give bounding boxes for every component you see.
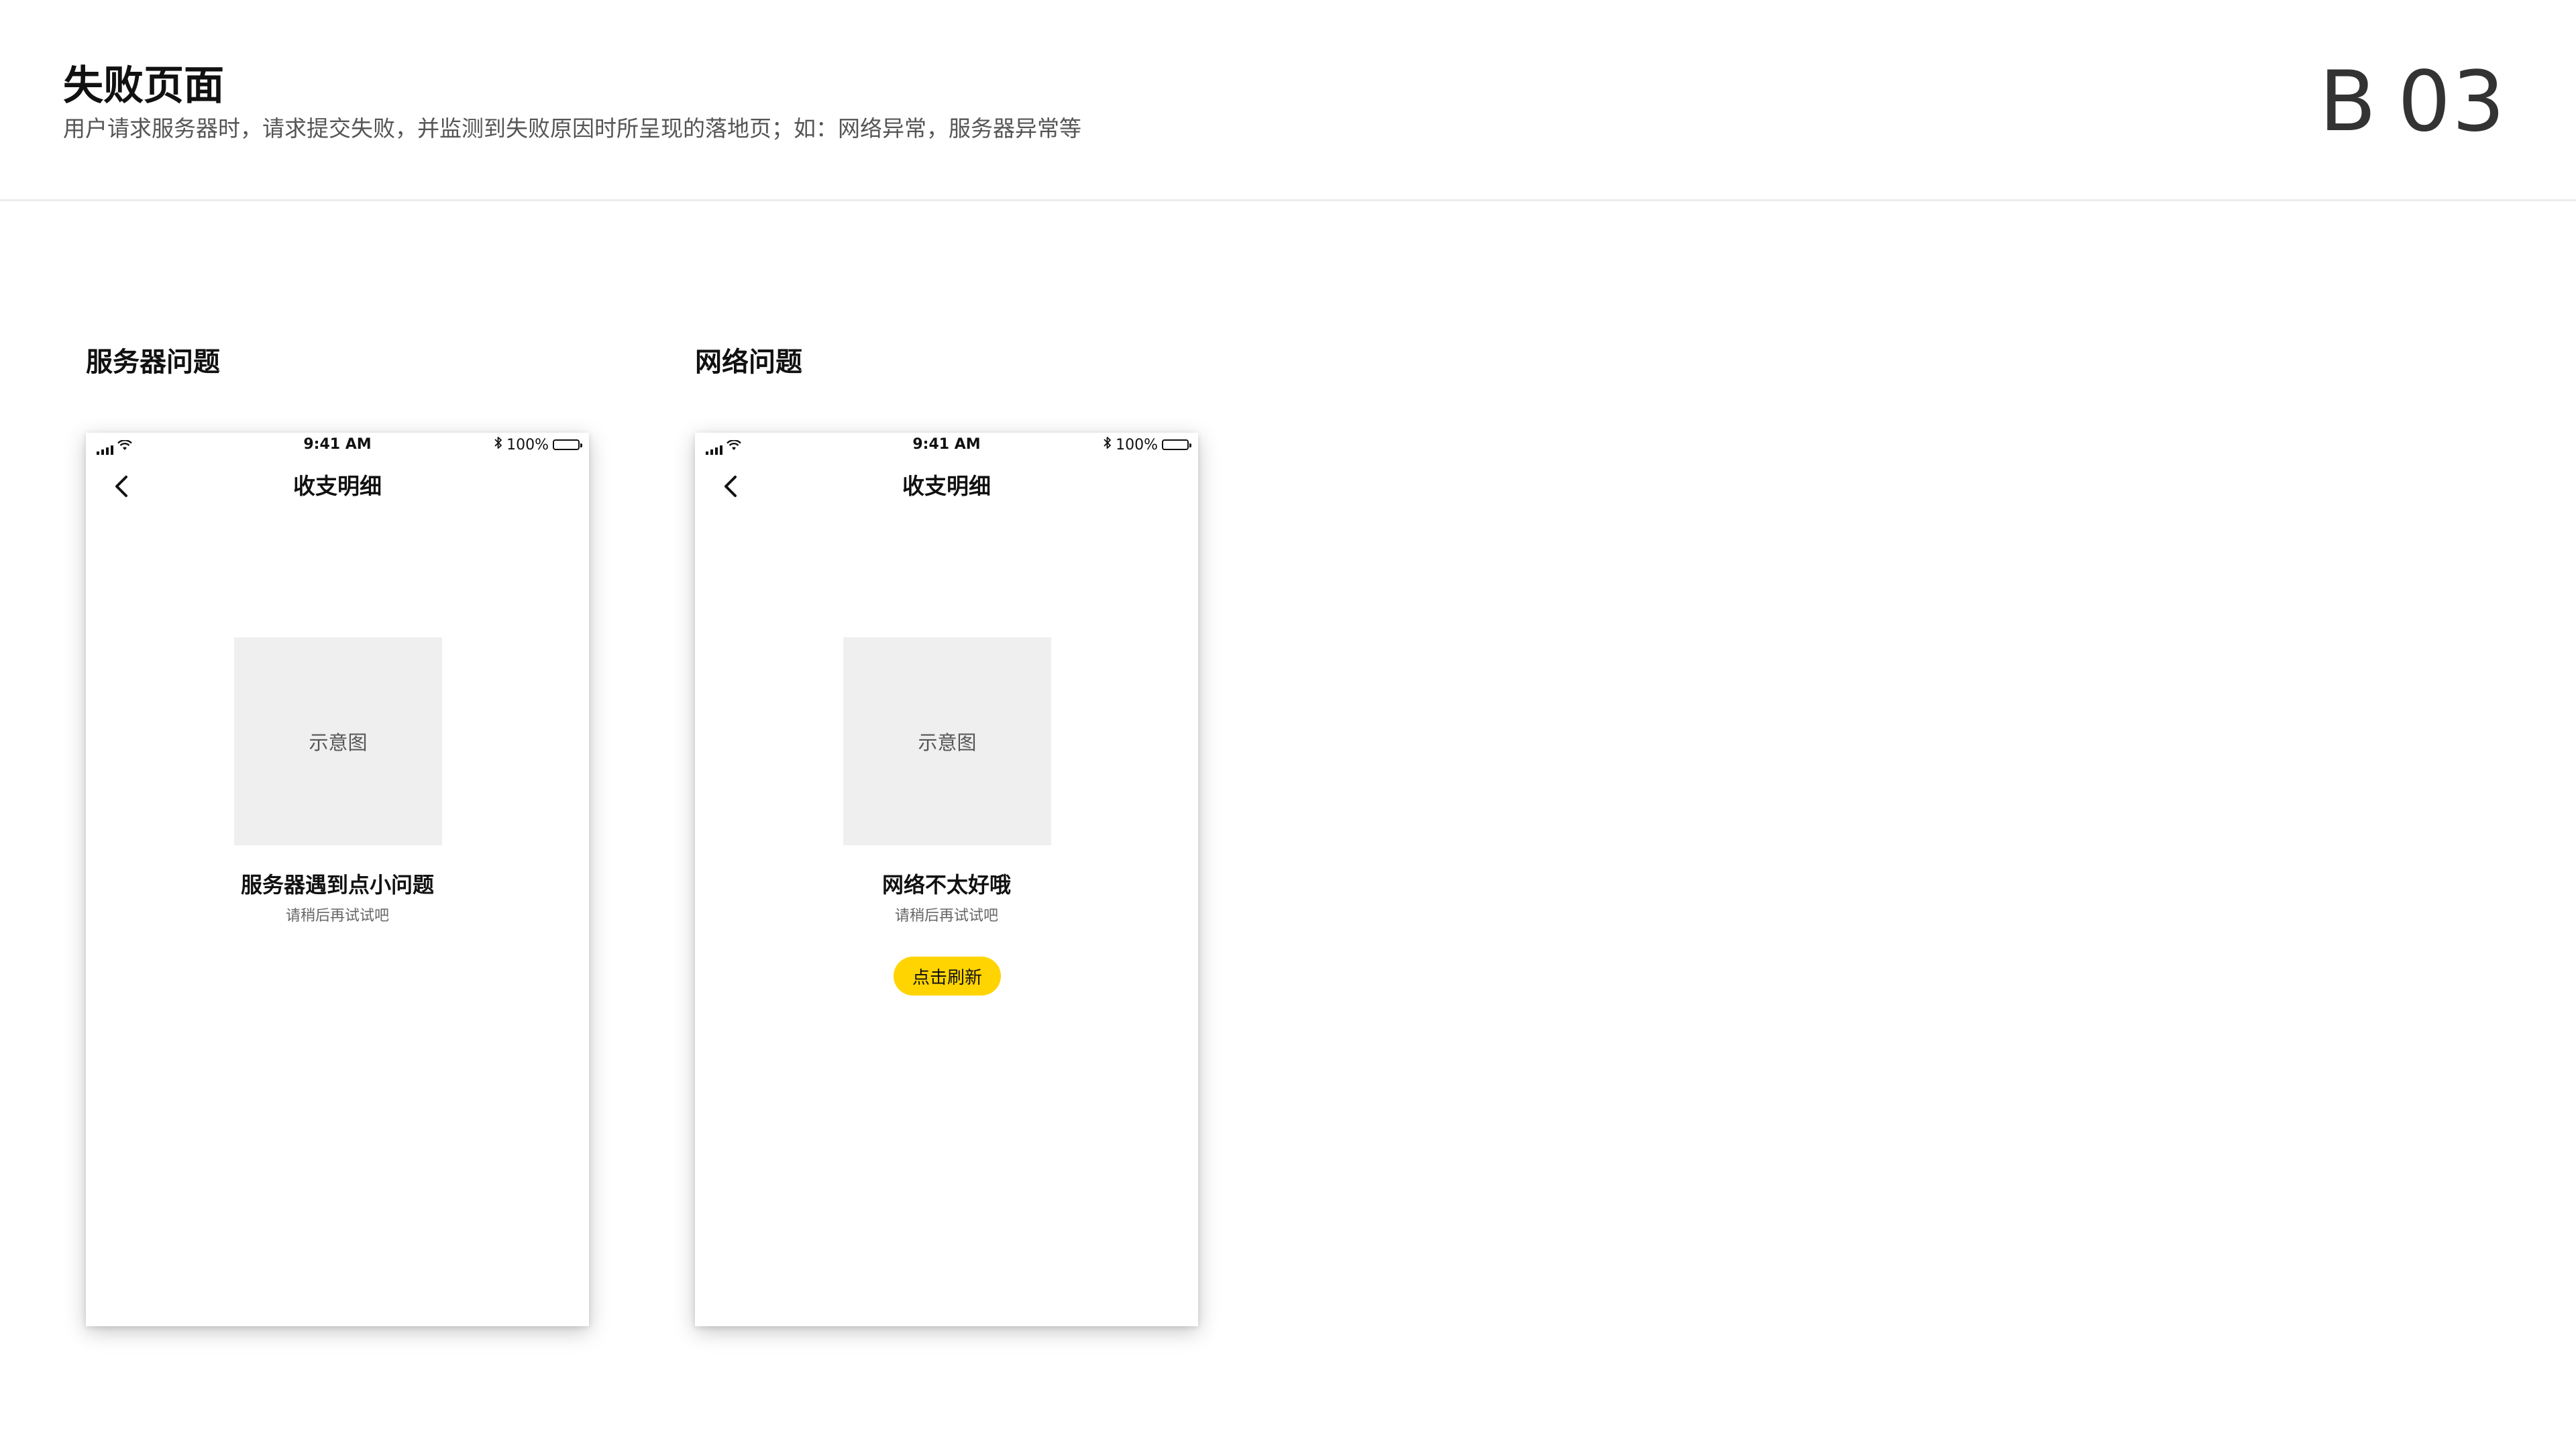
illustration-placeholder: 示意图 — [234, 637, 442, 845]
placeholder-text: 示意图 — [918, 731, 977, 754]
illustration-placeholder: 示意图 — [843, 637, 1051, 845]
section-label-network: 网络问题 — [695, 347, 802, 378]
page-code: B 03 — [2319, 55, 2506, 149]
error-subtitle: 请稍后再试试吧 — [285, 908, 389, 924]
section-label-server: 服务器问题 — [86, 347, 220, 378]
phone-mockup-server-error: 9:41 AM 100% 收支明细 示意图 服务器遇到点小问题 请稍后再试试吧 — [86, 433, 589, 1326]
page-code-letter: B — [2319, 54, 2378, 150]
page-description: 用户请求服务器时，请求提交失败，并监测到失败原因时所呈现的落地页；如：网络异常，… — [63, 115, 1081, 142]
page-title: 失败页面 — [63, 62, 224, 109]
phone-mockup-network-error: 9:41 AM 100% 收支明细 示意图 网络不太好哦 请稍后再试试吧 点击刷… — [695, 433, 1198, 1326]
bluetooth-icon — [494, 436, 502, 453]
nav-title: 收支明细 — [902, 473, 991, 499]
bluetooth-icon — [1104, 436, 1112, 453]
battery-icon — [1162, 439, 1191, 450]
page-code-number: 03 — [2398, 54, 2506, 150]
status-right: 100% — [494, 436, 582, 453]
nav-title: 收支明细 — [293, 473, 382, 499]
status-right: 100% — [1104, 436, 1191, 453]
battery-percent: 100% — [506, 436, 549, 453]
nav-bar: 收支明细 — [695, 457, 1198, 516]
placeholder-text: 示意图 — [309, 731, 368, 754]
status-bar: 9:41 AM 100% — [86, 433, 589, 457]
error-title: 网络不太好哦 — [881, 872, 1011, 898]
error-title: 服务器遇到点小问题 — [240, 872, 434, 898]
battery-icon — [553, 439, 582, 450]
page-header: 失败页面 用户请求服务器时，请求提交失败，并监测到失败原因时所呈现的落地页；如：… — [0, 0, 2576, 201]
nav-bar: 收支明细 — [86, 457, 589, 516]
refresh-button[interactable]: 点击刷新 — [894, 957, 1001, 996]
battery-percent: 100% — [1116, 436, 1158, 453]
status-bar: 9:41 AM 100% — [695, 433, 1198, 457]
error-subtitle: 请稍后再试试吧 — [894, 908, 998, 924]
